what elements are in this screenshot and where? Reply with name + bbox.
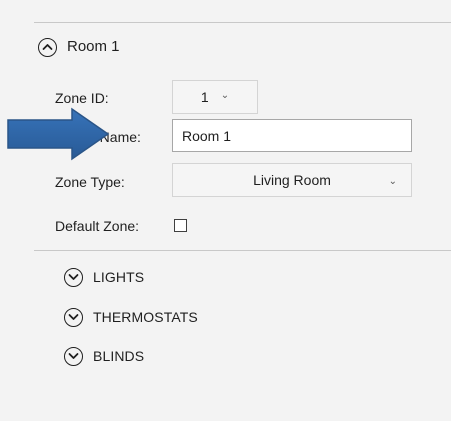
chevron-down-circle-icon[interactable] xyxy=(64,346,83,366)
zone-name-label: e Name: xyxy=(88,129,141,145)
chevron-down-icon xyxy=(68,314,79,320)
chevron-down-icon xyxy=(68,353,79,359)
lights-title: LIGHTS xyxy=(93,269,145,285)
top-divider xyxy=(34,22,451,23)
section-divider xyxy=(34,250,451,251)
zone-id-label: Zone ID: xyxy=(55,90,109,106)
thermostats-title: THERMOSTATS xyxy=(93,309,198,325)
zone-id-select[interactable]: 1 ⌄ xyxy=(172,80,258,114)
zone-name-input[interactable] xyxy=(172,119,412,152)
zone-id-value: 1 xyxy=(200,89,209,105)
zone-type-select[interactable]: Living Room ⌄ xyxy=(172,163,412,197)
thermostats-section-header[interactable]: THERMOSTATS xyxy=(64,306,198,328)
chevron-down-icon: ⌄ xyxy=(388,176,397,187)
lights-section-header[interactable]: LIGHTS xyxy=(64,266,144,288)
room-section-header[interactable]: Room 1 xyxy=(38,36,120,58)
chevron-down-circle-icon[interactable] xyxy=(64,267,83,287)
default-zone-checkbox[interactable] xyxy=(174,219,187,232)
blinds-title: BLINDS xyxy=(93,348,145,364)
chevron-down-icon xyxy=(68,274,79,280)
zone-type-value: Living Room xyxy=(253,172,331,188)
room-title: Room 1 xyxy=(67,38,120,55)
chevron-up-icon xyxy=(42,44,53,50)
zone-type-label: Zone Type: xyxy=(55,174,125,190)
blinds-section-header[interactable]: BLINDS xyxy=(64,345,144,367)
chevron-down-icon: ⌄ xyxy=(220,90,230,101)
room-settings-panel: Room 1 Zone ID: 1 ⌄ e Name: Zone Type: L… xyxy=(0,0,451,421)
chevron-up-circle-icon[interactable] xyxy=(38,37,57,57)
chevron-down-circle-icon[interactable] xyxy=(64,307,83,327)
default-zone-label: Default Zone: xyxy=(55,218,140,234)
